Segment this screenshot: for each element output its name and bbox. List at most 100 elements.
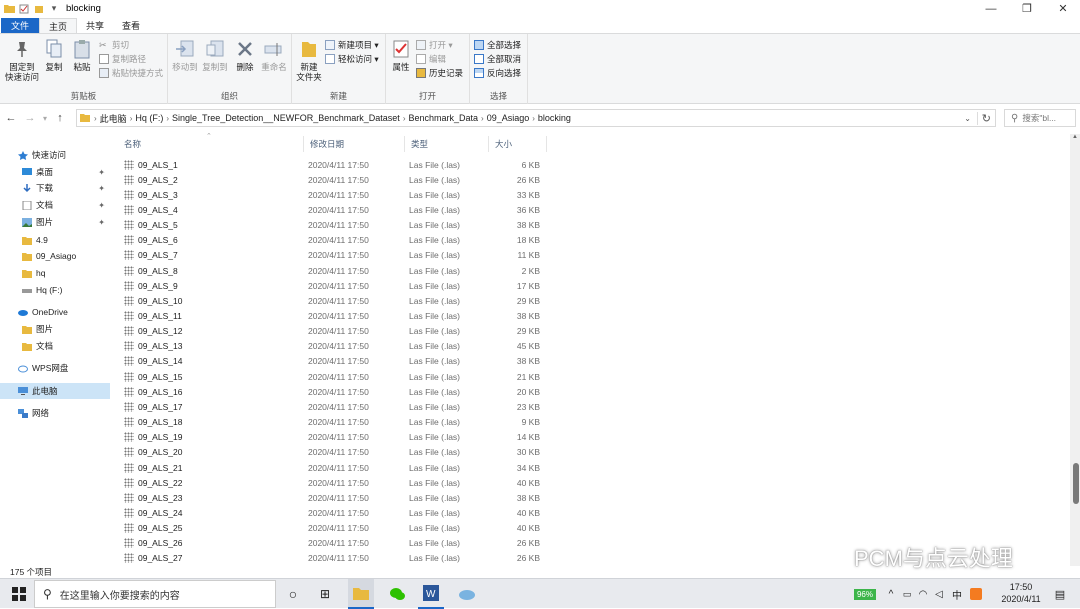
pin-icon[interactable]: ✦ — [98, 218, 105, 227]
file-row[interactable]: 09_ALS_4 2020/4/11 17:50 Las File (.las) 36… — [118, 202, 548, 217]
file-row[interactable]: 09_ALS_18 2020/4/11 17:50 Las File (.las) 9… — [118, 415, 548, 430]
sogou-ime-icon[interactable] — [968, 579, 984, 609]
maximize-button[interactable]: ❐ — [1010, 0, 1044, 17]
nav-item[interactable]: 图片 — [22, 321, 112, 337]
copy-path-button[interactable]: 复制路径 — [99, 52, 146, 65]
scrollbar-thumb[interactable] — [1073, 463, 1079, 504]
copy-to-button[interactable]: 复制到 — [200, 38, 230, 72]
chevron-up-icon[interactable]: ^ — [884, 579, 898, 609]
file-row[interactable]: 09_ALS_13 2020/4/11 17:50 Las File (.las) 4… — [118, 339, 548, 354]
copy-button[interactable]: 复制 — [42, 38, 66, 72]
invert-selection-button[interactable]: 反向选择 — [474, 66, 521, 79]
breadcrumb-dataset[interactable]: Single_Tree_Detection__NEWFOR_Benchmark_… — [169, 113, 403, 123]
up-arrow-icon[interactable]: ↑ — [52, 110, 68, 126]
file-row[interactable]: 09_ALS_7 2020/4/11 17:50 Las File (.las) 11… — [118, 248, 548, 263]
nav-item[interactable]: 快速访问 — [18, 147, 112, 163]
select-none-button[interactable]: 全部取消 — [474, 52, 521, 65]
battery-indicator[interactable]: 96% — [848, 579, 882, 609]
nav-item[interactable]: 桌面 ✦ — [22, 164, 112, 180]
nav-item[interactable]: hq — [22, 265, 112, 281]
file-row[interactable]: 09_ALS_27 2020/4/11 17:50 Las File (.las) 2… — [118, 551, 548, 566]
file-row[interactable]: 09_ALS_17 2020/4/11 17:50 Las File (.las) 2… — [118, 399, 548, 414]
taskbar-search-input[interactable]: ⚲ 在这里输入你要搜索的内容 — [34, 580, 276, 608]
breadcrumb-benchmark-data[interactable]: Benchmark_Data — [405, 113, 481, 123]
nav-item[interactable]: 图片 ✦ — [22, 214, 112, 230]
back-arrow-icon[interactable]: ← — [3, 110, 19, 126]
task-view-icon[interactable]: ⊞ — [314, 579, 336, 609]
ime-indicator[interactable]: 中 — [950, 579, 964, 609]
column-date[interactable]: 修改日期 — [304, 136, 405, 152]
search-input[interactable]: ⚲ 搜索"bl... — [1004, 109, 1076, 127]
address-dropdown-icon[interactable]: ⌄ — [964, 114, 971, 123]
nav-item[interactable]: 下载 ✦ — [22, 180, 112, 196]
explorer-taskbar-icon[interactable] — [348, 579, 374, 609]
nav-item[interactable]: 09_Asiago — [22, 248, 112, 264]
nav-item[interactable]: 文档 ✦ — [22, 197, 112, 213]
new-folder-button[interactable]: 新建 文件夹 — [294, 38, 324, 82]
file-row[interactable]: 09_ALS_10 2020/4/11 17:50 Las File (.las) 2… — [118, 293, 548, 308]
pin-icon[interactable]: ✦ — [98, 168, 105, 177]
move-to-button[interactable]: 移动到 — [170, 38, 200, 72]
refresh-icon[interactable]: ↻ — [976, 111, 991, 125]
properties-icon[interactable] — [18, 3, 30, 15]
file-row[interactable]: 09_ALS_1 2020/4/11 17:50 Las File (.las) 6 … — [118, 157, 548, 172]
easy-access-button[interactable]: 轻松访问 ▾ — [325, 52, 379, 65]
tab-share[interactable]: 共享 — [77, 18, 113, 33]
nav-item[interactable]: 4.9 — [22, 232, 112, 248]
nav-item[interactable]: 文档 — [22, 338, 112, 354]
file-row[interactable]: 09_ALS_14 2020/4/11 17:50 Las File (.las) 3… — [118, 354, 548, 369]
address-box[interactable]: › 此电脑 › Hq (F:) › Single_Tree_Detection_… — [76, 109, 996, 127]
properties-button[interactable]: 属性 — [388, 38, 414, 72]
file-row[interactable]: 09_ALS_16 2020/4/11 17:50 Las File (.las) 2… — [118, 384, 548, 399]
chevron-down-icon[interactable]: ▾ — [48, 3, 60, 15]
column-size[interactable]: 大小 — [489, 136, 547, 152]
new-folder-icon[interactable] — [33, 3, 45, 15]
nav-item[interactable]: WPS网盘 — [18, 360, 112, 376]
start-button[interactable] — [8, 579, 30, 609]
pin-icon[interactable]: ✦ — [98, 201, 105, 210]
word-taskbar-icon[interactable]: W — [418, 579, 444, 609]
file-row[interactable]: 09_ALS_9 2020/4/11 17:50 Las File (.las) 17… — [118, 278, 548, 293]
column-type[interactable]: 类型 — [405, 136, 489, 152]
nav-item[interactable]: Hq (F:) — [22, 282, 112, 298]
system-clock[interactable]: 17:50 2020/4/11 — [996, 581, 1046, 605]
file-row[interactable]: 09_ALS_12 2020/4/11 17:50 Las File (.las) 2… — [118, 324, 548, 339]
delete-button[interactable]: 删除 — [232, 38, 258, 72]
cortana-icon[interactable]: ○ — [282, 579, 304, 609]
volume-icon[interactable]: ◁ — [932, 579, 946, 609]
file-row[interactable]: 09_ALS_24 2020/4/11 17:50 Las File (.las) 4… — [118, 505, 548, 520]
forward-arrow-icon[interactable]: → — [22, 110, 38, 126]
file-row[interactable]: 09_ALS_15 2020/4/11 17:50 Las File (.las) 2… — [118, 369, 548, 384]
paste-shortcut-button[interactable]: 粘贴快捷方式 — [99, 66, 163, 79]
new-item-button[interactable]: 新建项目 ▾ — [325, 38, 379, 51]
history-button[interactable]: 历史记录 — [416, 66, 463, 79]
nav-item[interactable]: OneDrive — [18, 304, 112, 320]
network-icon[interactable]: ▭ — [900, 579, 914, 609]
file-row[interactable]: 09_ALS_3 2020/4/11 17:50 Las File (.las) 33… — [118, 187, 548, 202]
cloud-taskbar-icon[interactable] — [454, 579, 480, 609]
scroll-up-icon[interactable]: ▲ — [1072, 134, 1078, 140]
nav-item[interactable]: 网络 — [18, 405, 112, 421]
file-row[interactable]: 09_ALS_20 2020/4/11 17:50 Las File (.las) 3… — [118, 445, 548, 460]
file-row[interactable]: 09_ALS_22 2020/4/11 17:50 Las File (.las) 4… — [118, 475, 548, 490]
nav-item[interactable]: 此电脑 — [0, 383, 110, 399]
file-row[interactable]: 09_ALS_26 2020/4/11 17:50 Las File (.las) 2… — [118, 536, 548, 551]
close-button[interactable]: ✕ — [1046, 0, 1080, 17]
pin-quick-access-button[interactable]: 固定到 快速访问 — [4, 38, 40, 82]
file-row[interactable]: 09_ALS_21 2020/4/11 17:50 Las File (.las) 3… — [118, 460, 548, 475]
tab-home[interactable]: 主页 — [39, 18, 78, 33]
wechat-taskbar-icon[interactable] — [384, 579, 410, 609]
edit-button[interactable]: 编辑 — [416, 52, 446, 65]
breadcrumb-asiago[interactable]: 09_Asiago — [484, 113, 533, 123]
file-row[interactable]: 09_ALS_23 2020/4/11 17:50 Las File (.las) 3… — [118, 490, 548, 505]
file-row[interactable]: 09_ALS_2 2020/4/11 17:50 Las File (.las) 26… — [118, 172, 548, 187]
wifi-icon[interactable]: ◠ — [916, 579, 930, 609]
select-all-button[interactable]: 全部选择 — [474, 38, 521, 51]
file-row[interactable]: 09_ALS_11 2020/4/11 17:50 Las File (.las) 3… — [118, 309, 548, 324]
minimize-button[interactable]: — — [974, 0, 1008, 17]
pin-icon[interactable]: ✦ — [98, 184, 105, 193]
file-row[interactable]: 09_ALS_5 2020/4/11 17:50 Las File (.las) 38… — [118, 218, 548, 233]
notification-icon[interactable]: ▤ — [1050, 579, 1070, 609]
recent-chevron-icon[interactable]: ▾ — [41, 110, 49, 126]
tab-view[interactable]: 查看 — [113, 18, 149, 33]
